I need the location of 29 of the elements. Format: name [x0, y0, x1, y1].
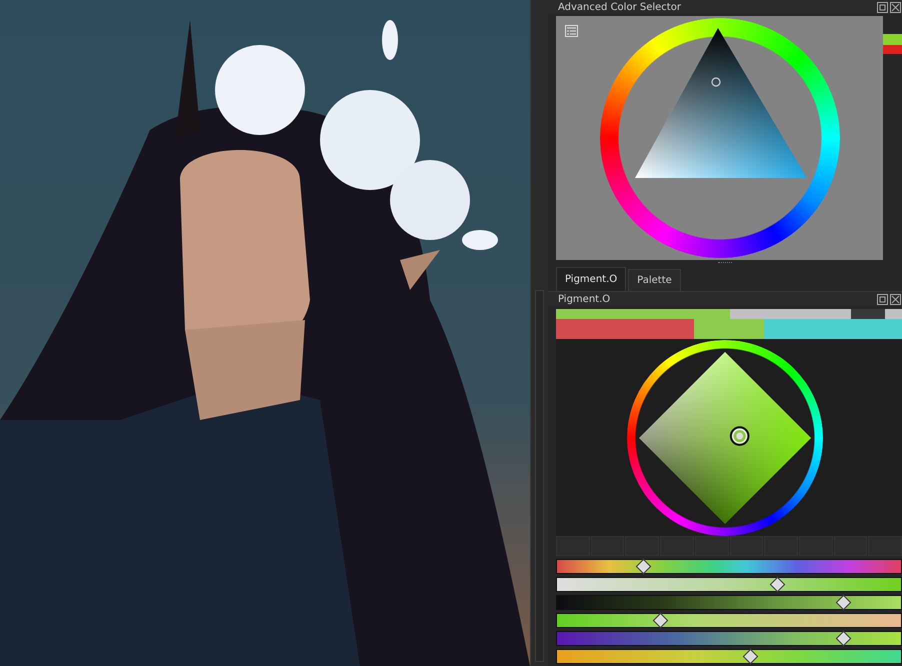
color-slider[interactable] — [556, 613, 902, 628]
docker-title: Advanced Color Selector — [558, 2, 681, 12]
color-swatch[interactable] — [883, 34, 902, 45]
color-swatch[interactable] — [694, 319, 764, 339]
color-slider[interactable] — [556, 559, 902, 574]
docker-title: Pigment.O — [558, 294, 610, 304]
close-icon[interactable] — [890, 2, 901, 12]
slider-handle[interactable] — [835, 594, 851, 610]
close-icon[interactable] — [890, 294, 901, 304]
color-swatch[interactable] — [764, 319, 902, 339]
color-slider[interactable] — [556, 577, 902, 592]
resize-handle[interactable] — [718, 262, 732, 265]
color-slider[interactable] — [556, 631, 902, 646]
saturation-triangle[interactable] — [634, 28, 806, 178]
float-icon[interactable] — [877, 294, 888, 304]
color-swatch[interactable] — [850, 309, 885, 319]
list-icon[interactable] — [565, 25, 578, 37]
color-swatch[interactable] — [730, 309, 851, 319]
docker-tab[interactable]: Palette — [628, 269, 681, 291]
float-icon[interactable] — [877, 2, 888, 12]
color-slider[interactable] — [556, 649, 902, 664]
color-swatch[interactable] — [556, 309, 730, 319]
docker-tab[interactable]: Pigment.O — [556, 267, 626, 291]
color-swatch[interactable] — [556, 319, 694, 339]
slider-handle[interactable] — [835, 630, 851, 646]
color-slider[interactable] — [556, 595, 902, 610]
slider-handle[interactable] — [742, 648, 758, 664]
color-swatch[interactable] — [883, 45, 902, 54]
color-swatch[interactable] — [884, 309, 902, 319]
